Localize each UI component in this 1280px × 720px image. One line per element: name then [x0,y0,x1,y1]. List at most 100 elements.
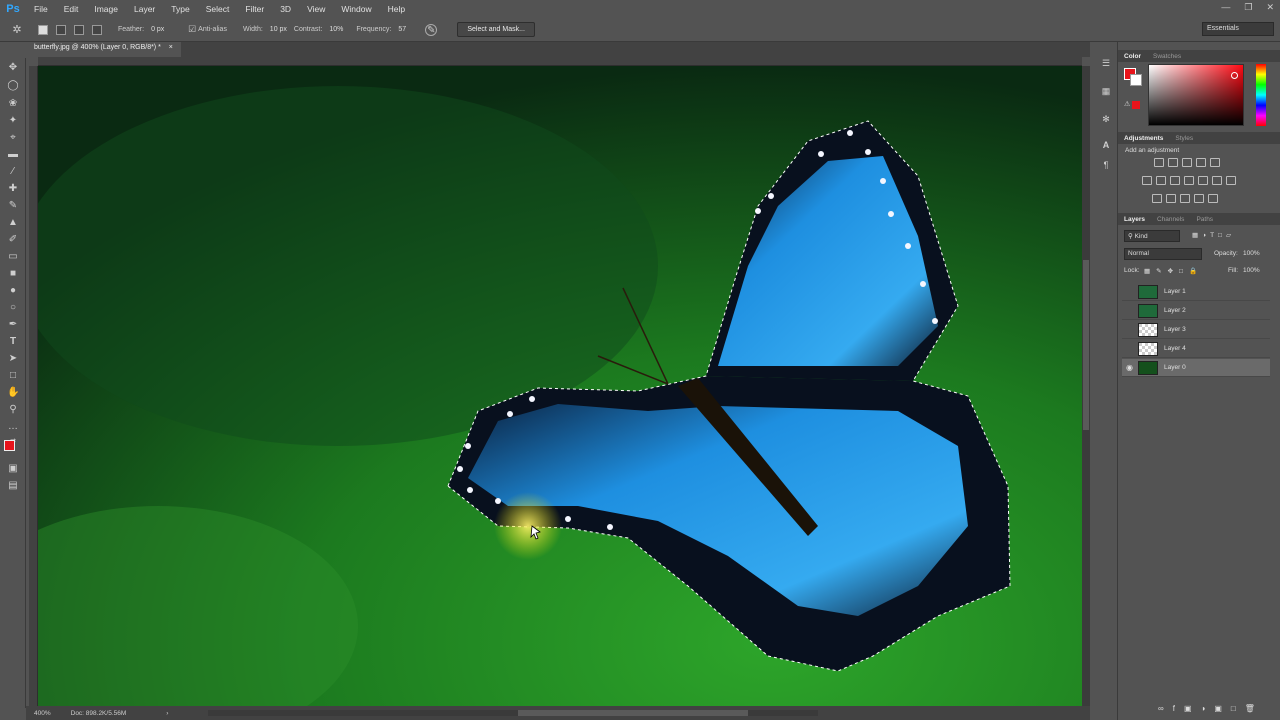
feather-input[interactable]: 0 px [148,25,170,34]
layer-filter-icons[interactable]: ▦◑T□▱ [1192,231,1235,239]
color-background-swatch[interactable] [1130,74,1142,86]
eraser-tool-icon[interactable]: ▭ [7,251,19,263]
tab-adjustments[interactable]: Adjustments [1118,135,1169,142]
layer-row[interactable]: Layer 4 [1122,340,1270,358]
clone-stamp-tool-icon[interactable]: ▲ [7,217,19,229]
new-group-icon[interactable]: ▣ [1214,704,1231,713]
close-icon[interactable]: ✕ [1266,2,1274,13]
quick-selection-tool-icon[interactable]: ✦ [7,115,19,127]
frame-tool-icon[interactable]: ▬ [7,149,19,161]
horizontal-scrollbar[interactable] [208,710,819,716]
selective-color-icon[interactable] [1208,194,1218,203]
type-tool-icon[interactable]: T [7,336,19,348]
layer-row[interactable]: Layer 2 [1122,302,1270,320]
frequency-input[interactable]: 57 [395,25,417,34]
exposure-icon[interactable] [1196,158,1206,167]
menu-image[interactable]: Image [86,4,126,14]
dodge-tool-icon[interactable]: ○ [7,302,19,314]
history-brush-tool-icon[interactable]: ✐ [7,234,19,246]
antialias-checkbox[interactable]: ☑ [188,24,196,35]
tab-channels[interactable]: Channels [1151,216,1190,223]
menu-select[interactable]: Select [198,4,238,14]
menu-window[interactable]: Window [333,4,379,14]
menu-filter[interactable]: Filter [237,4,272,14]
add-mask-icon[interactable]: ▣ [1184,704,1201,713]
minimize-icon[interactable]: — [1221,2,1230,13]
menu-layer[interactable]: Layer [126,4,163,14]
close-tab-icon[interactable]: × [169,44,173,51]
new-layer-icon[interactable]: □ [1231,704,1245,713]
photo-filter-icon[interactable] [1184,176,1194,185]
color-lookup-icon[interactable] [1212,176,1222,185]
blend-mode-select[interactable]: Normal [1124,248,1202,260]
brush-tool-icon[interactable]: ✎ [7,200,19,212]
eyedropper-tool-icon[interactable]: ⁄ [7,166,19,178]
rectangle-tool-icon[interactable]: □ [7,370,19,382]
opacity-value[interactable]: 100% [1243,250,1260,257]
zoom-tool-icon[interactable]: ⚲ [7,404,19,416]
menu-type[interactable]: Type [163,4,197,14]
visibility-eye-icon[interactable]: ◉ [1126,363,1133,372]
fill-value[interactable]: 100% [1243,267,1260,274]
menu-3d[interactable]: 3D [272,4,299,14]
document-tab[interactable]: butterfly.jpg @ 400% (Layer 0, RGB/8*) *… [26,42,181,57]
subtract-selection-icon[interactable] [74,24,84,35]
fx-icon[interactable]: f [1173,704,1184,713]
vertical-scrollbar-thumb[interactable] [1083,260,1089,430]
contrast-input[interactable]: 10% [326,25,348,34]
restore-icon[interactable]: ❐ [1244,2,1252,13]
tab-styles[interactable]: Styles [1169,135,1199,142]
canvas[interactable] [38,66,1082,706]
gradient-map-icon[interactable] [1194,194,1204,203]
threshold-icon[interactable] [1180,194,1190,203]
color-field[interactable] [1148,64,1244,126]
delete-layer-icon[interactable]: 🗑 [1245,704,1264,713]
menu-edit[interactable]: Edit [56,4,87,14]
layer-row[interactable]: Layer 3 [1122,321,1270,339]
paragraph-icon[interactable]: ¶ [1100,160,1112,172]
tab-paths[interactable]: Paths [1190,216,1219,223]
black-white-icon[interactable] [1170,176,1180,185]
healing-brush-tool-icon[interactable]: ✚ [7,183,19,195]
pen-tool-icon[interactable]: ✒ [7,319,19,331]
magnetic-lasso-icon[interactable]: ✲ [0,23,34,36]
grid-icon[interactable] [1226,176,1236,185]
screen-mode-icon[interactable]: ▤ [7,480,19,492]
history-icon[interactable]: ☰ [1100,58,1112,70]
path-selection-tool-icon[interactable]: ➤ [7,353,19,365]
new-selection-icon[interactable] [38,24,48,35]
menu-view[interactable]: View [299,4,333,14]
hue-slider[interactable] [1256,64,1266,126]
menu-file[interactable]: File [26,4,56,14]
kind-filter-select[interactable]: ⚲ Kind [1124,230,1180,242]
marquee-tool-icon[interactable]: ◯ [7,80,19,92]
brush-settings-icon[interactable]: ✻ [1100,114,1112,126]
hue-saturation-icon[interactable] [1142,176,1152,185]
posterize-icon[interactable] [1166,194,1176,203]
more-tools-icon[interactable]: … [7,421,19,433]
pen-pressure-icon[interactable]: ✎ [425,23,438,36]
color-balance-icon[interactable] [1156,176,1166,185]
levels-icon[interactable] [1168,158,1178,167]
link-layers-icon[interactable]: ∞ [1158,704,1173,713]
tab-swatches[interactable]: Swatches [1147,53,1187,60]
zoom-level[interactable]: 400% [34,710,51,717]
layer-row[interactable]: Layer 1 [1122,283,1270,301]
width-input[interactable]: 10 px [267,25,290,34]
color-picker-handle[interactable] [1231,72,1238,79]
move-tool-icon[interactable]: ✥ [7,62,19,74]
tab-color[interactable]: Color [1118,53,1147,60]
intersect-selection-icon[interactable] [92,24,102,35]
brightness-icon[interactable] [1154,158,1164,167]
select-and-mask-button[interactable]: Select and Mask... [457,22,535,37]
blur-tool-icon[interactable]: ● [7,285,19,297]
vibrance-icon[interactable] [1210,158,1220,167]
workspace-select[interactable]: Essentials [1202,22,1274,36]
character-icon[interactable]: A [1100,140,1112,152]
menu-help[interactable]: Help [380,4,413,14]
crop-tool-icon[interactable]: ⌖ [7,132,19,144]
foreground-color-swatch[interactable] [4,440,15,451]
channel-mixer-icon[interactable] [1198,176,1208,185]
lasso-tool-icon[interactable]: ❀ [7,98,19,110]
hand-tool-icon[interactable]: ✋ [7,387,19,399]
